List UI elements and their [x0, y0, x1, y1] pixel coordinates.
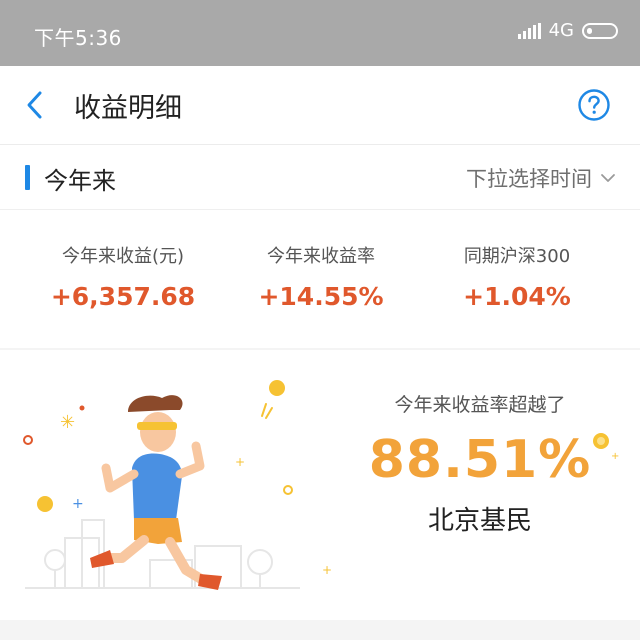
- rank-card: ✳ + + + 今年来收益率超越了 88.51% 北京基民 +: [0, 350, 640, 620]
- svg-text:+: +: [72, 496, 84, 512]
- runner-illustration: ✳ + + +: [23, 380, 332, 590]
- rank-group: 北京基民: [427, 506, 532, 536]
- time-selector-label: 下拉选择时间: [466, 167, 592, 191]
- time-selector-dropdown[interactable]: 下拉选择时间: [466, 163, 616, 193]
- chevron-down-icon: [601, 174, 615, 182]
- stat-label: 今年来收益(元): [61, 246, 185, 267]
- rank-caption: 今年来收益率超越了: [394, 394, 566, 416]
- stats-panel: 今年来收益(元) +6,357.68 今年来收益率 +14.55% 同期沪深30…: [0, 210, 640, 348]
- network-type: 4G: [548, 20, 574, 41]
- chevron-left-icon[interactable]: [22, 88, 52, 122]
- stat-value: +14.55%: [258, 282, 384, 311]
- period-row: 今年来 下拉选择时间: [0, 145, 640, 210]
- stat-value: +6,357.68: [50, 282, 196, 311]
- page-title: 收益明细: [74, 93, 182, 124]
- stat-ytd-earnings: 今年来收益(元) +6,357.68: [18, 242, 228, 311]
- status-indicators: 4G: [517, 20, 618, 41]
- status-time: 下午5:36: [34, 26, 122, 50]
- battery-icon: [582, 22, 618, 39]
- stat-label: 同期沪深300: [463, 246, 571, 267]
- coin-icon: +: [593, 433, 619, 462]
- stat-label: 今年来收益率: [267, 246, 375, 267]
- nav-bar: 收益明细: [0, 66, 640, 145]
- svg-text:+: +: [322, 563, 332, 577]
- stat-value: +1.04%: [463, 282, 571, 311]
- section-marker: [25, 165, 30, 190]
- question-circle-icon[interactable]: [577, 88, 611, 122]
- svg-text:✳: ✳: [60, 412, 75, 433]
- stat-benchmark: 同期沪深300 +1.04%: [412, 242, 622, 311]
- svg-text:+: +: [235, 455, 245, 469]
- svg-text:+: +: [611, 451, 619, 462]
- signal-icon: [517, 22, 541, 39]
- rank-percent: 88.51%: [368, 430, 592, 490]
- period-title: 今年来: [44, 167, 116, 195]
- stat-ytd-return: 今年来收益率 +14.55%: [216, 242, 426, 311]
- status-bar: 下午5:36 4G: [0, 0, 640, 66]
